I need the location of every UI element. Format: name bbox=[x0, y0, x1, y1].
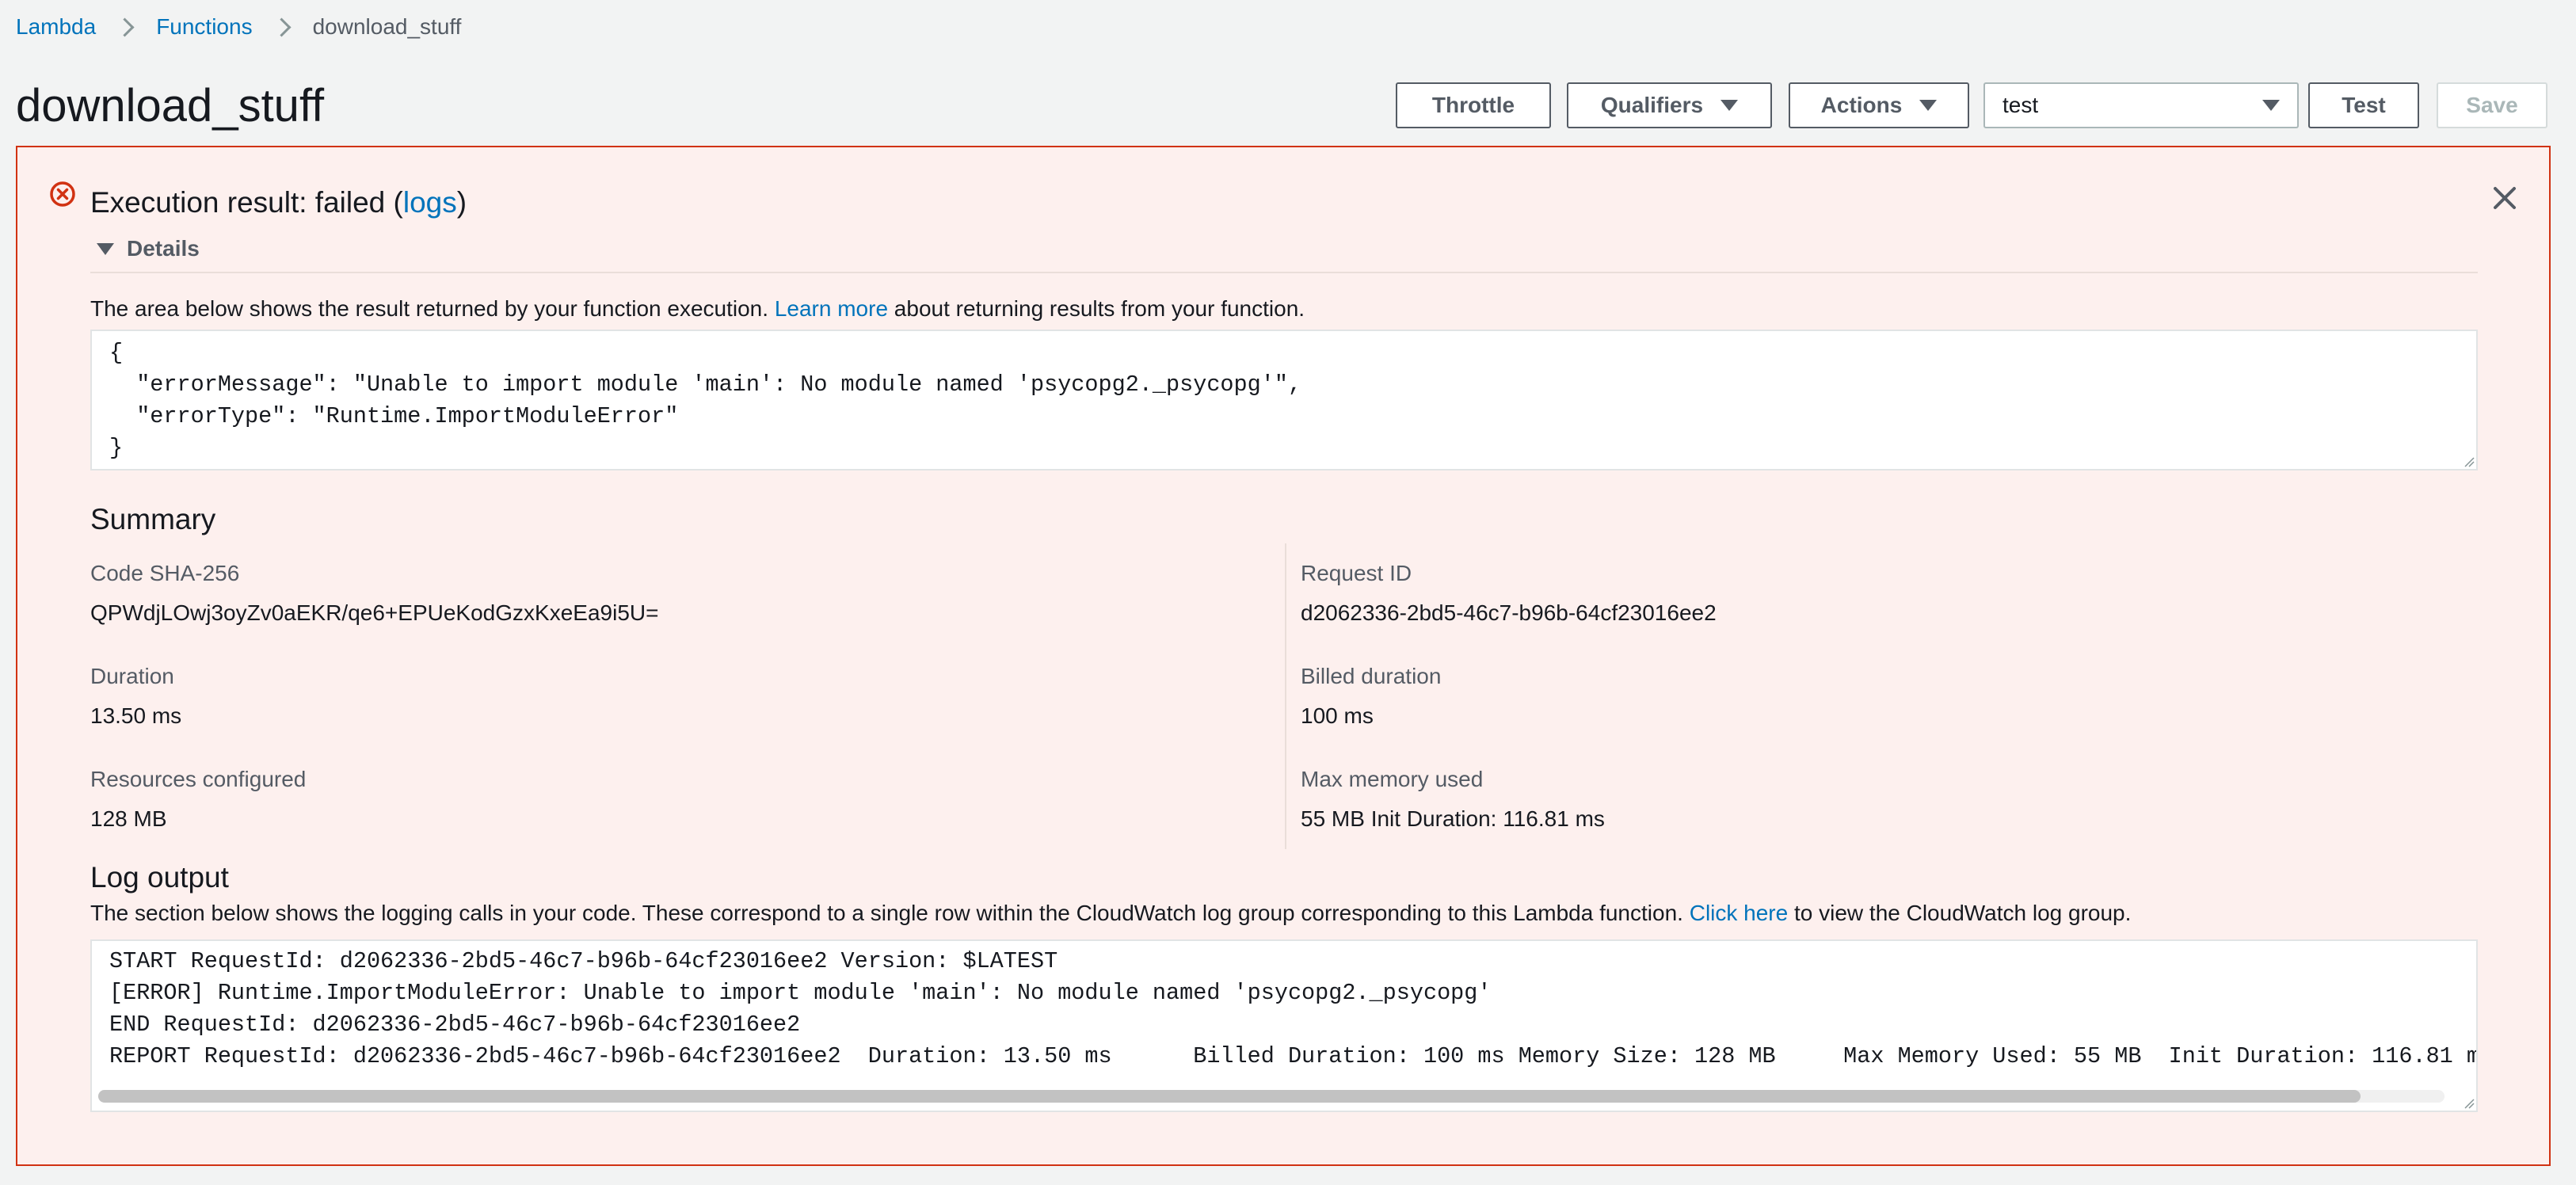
resize-handle-icon[interactable] bbox=[2462, 455, 2475, 467]
execution-result-panel: Execution result: failed (logs) Details … bbox=[16, 146, 2551, 1166]
request-id-value: d2062336-2bd5-46c7-b96b-64cf23016ee2 bbox=[1301, 600, 1717, 625]
resize-handle-icon[interactable] bbox=[2462, 1096, 2475, 1109]
output-line: } bbox=[109, 435, 124, 461]
learn-more-link[interactable]: Learn more bbox=[775, 296, 888, 321]
billed-duration-value: 100 ms bbox=[1301, 703, 1374, 728]
breadcrumb: Lambda Functions download_stuff bbox=[16, 11, 461, 43]
max-memory-label: Max memory used bbox=[1301, 767, 1484, 791]
log-description-text: The section below shows the logging call… bbox=[90, 901, 1683, 925]
caret-down-icon bbox=[97, 242, 114, 255]
duration-label: Duration bbox=[90, 664, 174, 688]
caret-down-icon bbox=[1721, 100, 1739, 111]
page-title: download_stuff bbox=[16, 80, 325, 131]
details-toggle[interactable]: Details bbox=[97, 231, 200, 266]
log-description-text-end: to view the CloudWatch log group. bbox=[1793, 901, 2132, 925]
duration-value: 13.50 ms bbox=[90, 703, 182, 728]
actions-dropdown[interactable]: Actions bbox=[1789, 82, 1969, 128]
log-line: [ERROR] Runtime.ImportModuleError: Unabl… bbox=[109, 980, 1492, 1006]
divider bbox=[90, 272, 2478, 273]
test-event-select[interactable]: test bbox=[1983, 82, 2299, 128]
execution-result-output[interactable]: { "errorMessage": "Unable to import modu… bbox=[90, 330, 2478, 471]
log-line: REPORT RequestId: d2062336-2bd5-46c7-b96… bbox=[109, 1043, 2478, 1069]
summary-title: Summary bbox=[90, 503, 216, 535]
breadcrumb-lambda-link[interactable]: Lambda bbox=[16, 14, 96, 40]
log-output-title: Log output bbox=[90, 861, 229, 894]
resources-configured-label: Resources configured bbox=[90, 767, 307, 791]
error-circle-icon bbox=[50, 181, 75, 207]
close-icon[interactable] bbox=[2490, 184, 2519, 212]
log-line: START RequestId: d2062336-2bd5-46c7-b96b… bbox=[109, 948, 1058, 974]
billed-duration-label: Billed duration bbox=[1301, 664, 1442, 688]
breadcrumb-functions-link[interactable]: Functions bbox=[156, 14, 252, 40]
throttle-button[interactable]: Throttle bbox=[1396, 82, 1551, 128]
request-id-label: Request ID bbox=[1301, 561, 1412, 585]
details-label: Details bbox=[127, 236, 200, 261]
horizontal-scrollbar[interactable] bbox=[98, 1090, 2445, 1103]
result-description-text-end: about returning results from your functi… bbox=[894, 296, 1305, 321]
actions-dropdown-label: Actions bbox=[1820, 93, 1903, 117]
save-button-label: Save bbox=[2466, 93, 2518, 117]
caret-down-icon bbox=[1919, 100, 1938, 111]
summary-column-divider bbox=[1285, 543, 1286, 849]
heading-close-paren: ) bbox=[456, 186, 467, 219]
click-here-link[interactable]: Click here bbox=[1690, 901, 1788, 925]
log-line: END RequestId: d2062336-2bd5-46c7-b96b-6… bbox=[109, 1012, 801, 1038]
execution-result-heading: Execution result: failed (logs) bbox=[90, 184, 467, 222]
save-button[interactable]: Save bbox=[2437, 82, 2547, 128]
log-output-box[interactable]: START RequestId: d2062336-2bd5-46c7-b96b… bbox=[90, 939, 2478, 1112]
test-button-label: Test bbox=[2342, 93, 2386, 117]
output-line: "errorMessage": "Unable to import module… bbox=[109, 372, 1302, 398]
log-description: The section below shows the logging call… bbox=[90, 898, 2131, 928]
output-line: { bbox=[109, 340, 124, 366]
scrollbar-thumb[interactable] bbox=[98, 1090, 2361, 1103]
result-description: The area below shows the result returned… bbox=[90, 293, 1305, 325]
code-sha-label: Code SHA-256 bbox=[90, 561, 240, 585]
max-memory-value: 55 MB Init Duration: 116.81 ms bbox=[1301, 806, 1605, 831]
test-button[interactable]: Test bbox=[2308, 82, 2419, 128]
logs-link[interactable]: logs bbox=[403, 186, 457, 219]
throttle-button-label: Throttle bbox=[1431, 93, 1515, 117]
qualifiers-dropdown[interactable]: Qualifiers bbox=[1567, 82, 1772, 128]
output-line: "errorType": "Runtime.ImportModuleError" bbox=[109, 403, 679, 429]
chevron-right-icon bbox=[269, 13, 297, 41]
execution-result-status: Execution result: failed ( bbox=[90, 186, 403, 219]
chevron-right-icon bbox=[112, 13, 140, 41]
result-description-text: The area below shows the result returned… bbox=[90, 296, 769, 321]
test-event-select-value: test bbox=[2002, 93, 2039, 117]
code-sha-value: QPWdjLOwj3oyZv0aEKR/qe6+EPUeKodGzxKxeEa9… bbox=[90, 600, 659, 625]
qualifiers-dropdown-label: Qualifiers bbox=[1600, 93, 1704, 117]
caret-down-icon bbox=[2262, 100, 2280, 111]
breadcrumb-current: download_stuff bbox=[312, 14, 462, 39]
resources-configured-value: 128 MB bbox=[90, 806, 167, 831]
